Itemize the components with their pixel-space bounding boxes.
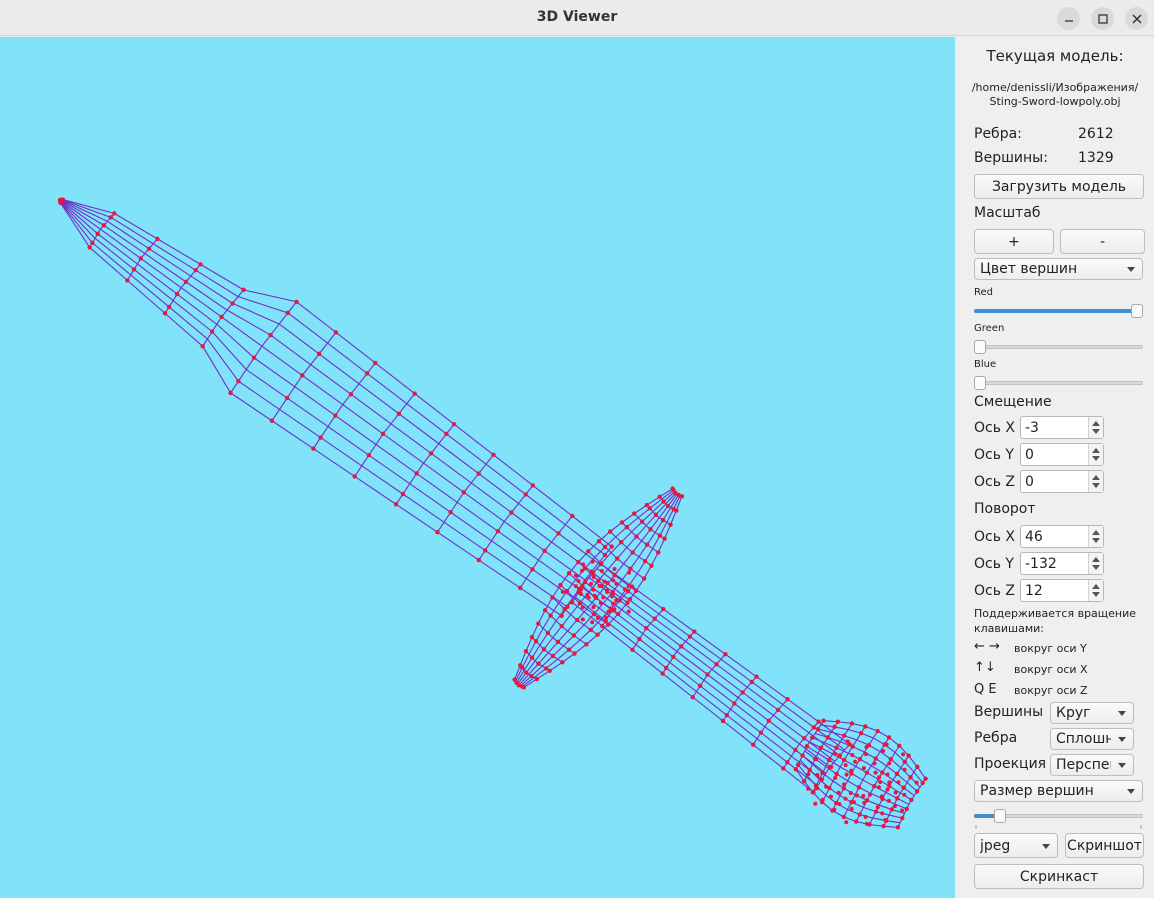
green-slider-handle[interactable] <box>974 340 986 354</box>
model-path-line2: Sting-Sword-lowpoly.obj <box>989 95 1121 108</box>
vertices-count-label: Вершины: <box>974 150 1048 166</box>
rotate-x-value: 46 <box>1025 528 1043 545</box>
translate-x-spinbox[interactable]: -3 <box>1020 416 1104 439</box>
rotate-z-value: 12 <box>1025 582 1043 599</box>
edge-type-combo[interactable]: Сплошные <box>1050 728 1134 750</box>
rotate-z-spinbox[interactable]: 12 <box>1020 579 1104 602</box>
vertex-size-value: Размер вершин <box>980 783 1094 799</box>
color-target-combo[interactable]: Цвет вершин <box>974 258 1143 280</box>
left-right-arrows-icon: ← → <box>974 639 1000 654</box>
image-format-value: jpeg <box>980 837 1011 854</box>
vertex-size-combo[interactable]: Размер вершин <box>974 780 1143 802</box>
translate-z-spinbox[interactable]: 0 <box>1020 470 1104 493</box>
sword-wireframe-model <box>57 197 928 830</box>
translate-y-value: 0 <box>1025 446 1034 463</box>
rotate-y-spinbox[interactable]: -132 <box>1020 552 1104 575</box>
red-slider[interactable] <box>974 303 1143 319</box>
green-label: Green <box>974 323 1005 334</box>
control-panel: Текущая модель: /home/denissli/Изображен… <box>956 37 1154 898</box>
vertex-size-slider-handle[interactable] <box>994 809 1007 823</box>
chevron-down-icon <box>1118 763 1126 768</box>
key-qe: Q E <box>974 682 997 697</box>
minimize-button[interactable] <box>1057 7 1080 30</box>
image-format-combo[interactable]: jpeg <box>974 833 1058 858</box>
current-model-label: Текущая модель: <box>986 47 1124 65</box>
red-label: Red <box>974 287 993 298</box>
translate-x-value: -3 <box>1025 419 1039 436</box>
projection-combo[interactable]: Перспектива <box>1050 754 1134 776</box>
rotate-x-spinbox[interactable]: 46 <box>1020 525 1104 548</box>
vertex-type-combo[interactable]: Круг <box>1050 702 1134 724</box>
close-icon <box>1132 14 1141 23</box>
model-path-line1: /home/denissli/Изображения/ <box>971 81 1139 94</box>
scale-label: Масштаб <box>974 205 1041 221</box>
screenshot-button[interactable]: Скриншот <box>1065 833 1144 858</box>
rotate-z-label: Ось Z <box>974 583 1016 599</box>
scale-minus-button[interactable]: - <box>1060 229 1145 254</box>
translate-y-spinbox[interactable]: 0 <box>1020 443 1104 466</box>
maximize-button[interactable] <box>1091 7 1114 30</box>
chevron-down-icon <box>1127 789 1135 794</box>
load-model-button[interactable]: Загрузить модель <box>974 174 1144 199</box>
vertices-count-value: 1329 <box>1078 150 1114 166</box>
up-down-arrows-icon: ↑↓ <box>974 660 996 675</box>
window-title: 3D Viewer <box>536 9 618 25</box>
vertex-type-label: Вершины <box>974 704 1044 720</box>
keys-hint-line2: клавишами: <box>974 622 1045 635</box>
edges-count-label: Ребра: <box>974 126 1022 142</box>
red-slider-fill <box>974 309 1143 313</box>
title-bar: 3D Viewer <box>0 0 1154 36</box>
chevron-down-icon <box>1127 267 1135 272</box>
edge-type-value: Сплошные <box>1056 731 1111 747</box>
translation-label: Смещение <box>974 394 1052 410</box>
scale-plus-button[interactable]: + <box>974 229 1054 254</box>
chevron-down-icon <box>1118 711 1126 716</box>
vertex-type-value: Круг <box>1056 705 1091 721</box>
rotate-y-label: Ось Y <box>974 556 1014 572</box>
edge-type-label: Ребра <box>974 730 1018 746</box>
maximize-icon <box>1097 13 1108 24</box>
rotate-x-label: Ось X <box>974 529 1016 545</box>
vertex-size-slider[interactable] <box>974 808 1143 824</box>
keys-hint-line1: Поддерживается вращение <box>974 607 1137 620</box>
key-lr-desc: вокруг оси Y <box>1014 642 1087 655</box>
chevron-down-icon <box>1118 737 1126 742</box>
key-ud-desc: вокруг оси X <box>1014 663 1088 676</box>
green-slider[interactable] <box>974 339 1143 355</box>
close-button[interactable] <box>1125 7 1148 30</box>
blue-slider-handle[interactable] <box>974 376 986 390</box>
projection-value: Перспектива <box>1056 757 1111 773</box>
blue-slider[interactable] <box>974 375 1143 391</box>
slider-ticks <box>975 825 1142 829</box>
color-target-value: Цвет вершин <box>980 261 1078 277</box>
translate-y-label: Ось Y <box>974 447 1014 463</box>
edges-count-value: 2612 <box>1078 126 1114 142</box>
key-qe-desc: вокруг оси Z <box>1014 684 1088 697</box>
chevron-down-icon <box>1042 843 1050 849</box>
rotate-y-value: -132 <box>1025 555 1057 572</box>
blue-label: Blue <box>974 359 997 370</box>
minimize-icon <box>1064 19 1073 22</box>
translate-x-label: Ось X <box>974 420 1016 436</box>
vertex-size-slider-fill <box>974 814 996 818</box>
3d-viewport[interactable] <box>0 37 955 898</box>
projection-label: Проекция <box>974 756 1047 772</box>
screencast-button[interactable]: Скринкаст <box>974 864 1144 889</box>
translate-z-label: Ось Z <box>974 474 1016 490</box>
translate-z-value: 0 <box>1025 473 1034 490</box>
rotation-label: Поворот <box>974 501 1036 517</box>
red-slider-handle[interactable] <box>1131 304 1143 318</box>
